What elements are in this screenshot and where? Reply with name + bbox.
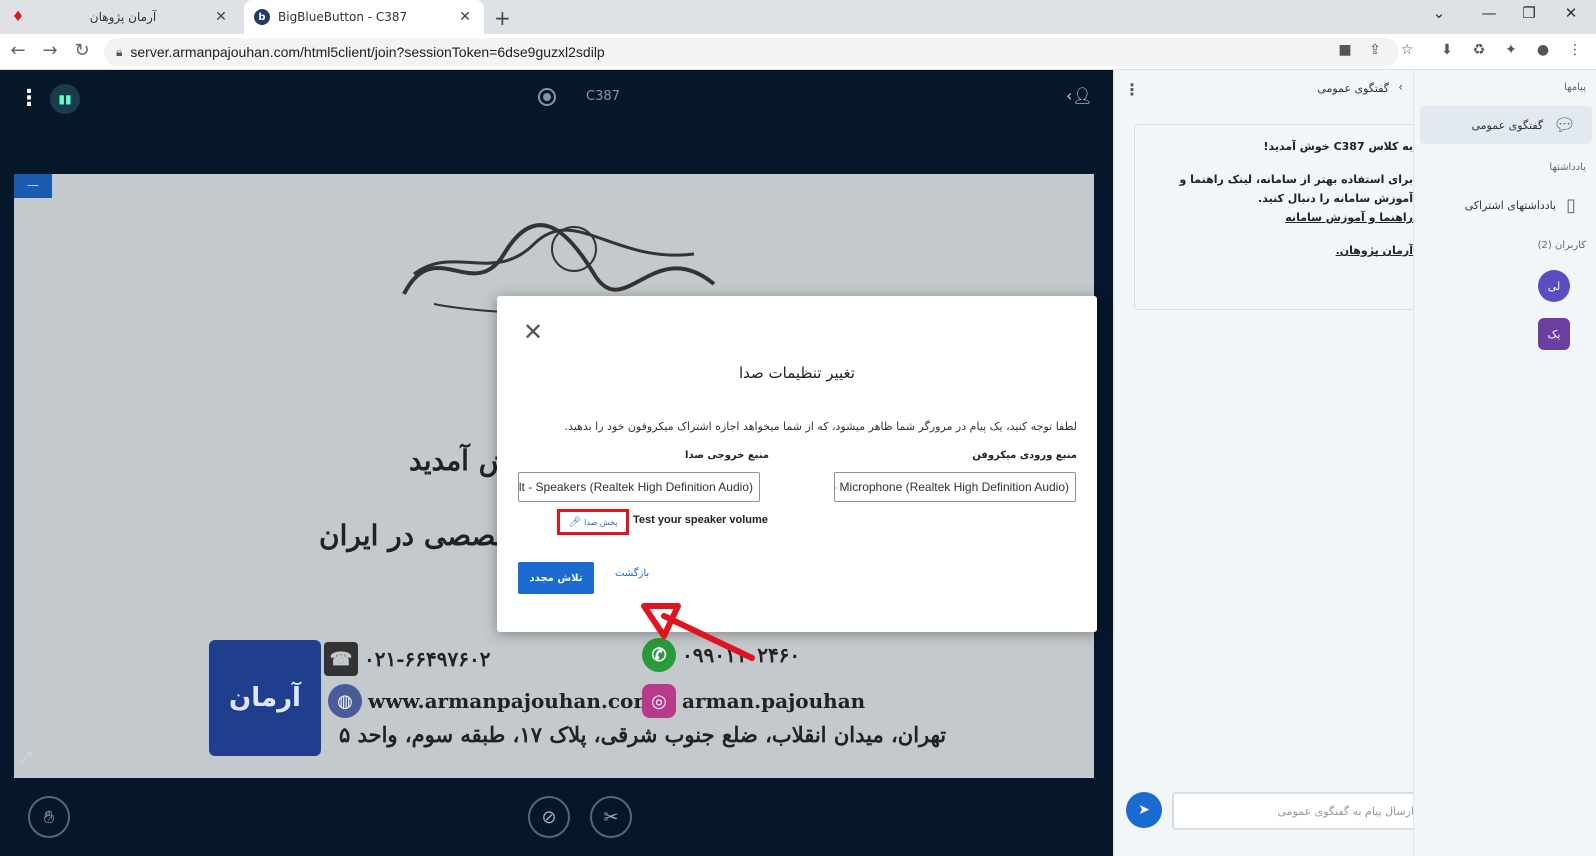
recording-icon[interactable] [538,88,556,106]
profile-icon[interactable]: ● [1532,42,1554,62]
notes-section-label: یادداشتها [1549,162,1586,173]
user-initials: لی [1547,279,1561,293]
avatar[interactable]: لی [1538,270,1570,302]
tab-title: BigBlueButton - C387 [278,10,408,24]
toggle-userlist-icon[interactable]: ‹👤︎ [1066,86,1093,105]
chat-info-line: برای استفاده بهتر از سامانه، لینک راهنما… [1179,173,1413,205]
globe-icon: ◍ [328,684,362,718]
url-field[interactable]: 🔒︎ server.armanpajouhan.com/html5client/… [104,38,1399,66]
speaker-source-value: Default - Speakers (Realtek High Definit… [518,480,753,494]
sidebar-item-label: یادداشتهای اشتراکی [1464,198,1557,212]
tab-search-icon[interactable]: ⌄ [1424,4,1454,22]
logo-text: آرمان [229,683,301,713]
slide-instagram: arman.pajouhan [682,689,866,713]
slide-specialized-text: خصصی در ایران [319,519,514,552]
action-bar: ✋︎ ⊘ ✂ [0,788,1113,856]
options-menu-icon[interactable]: ⋮ [18,86,40,111]
fullscreen-icon[interactable]: ⤢ [14,746,38,770]
share-icon[interactable]: ⇪ [1364,42,1386,62]
users-section-label: کاربران (2) [1537,240,1586,251]
mic-source-value: Default - Microphone (Realtek High Defin… [835,480,1069,494]
telephone-icon: ☎ [324,642,358,676]
new-tab-button[interactable]: + [494,6,511,30]
instagram-icon: ◎ [642,684,676,718]
forward-arrow-icon[interactable]: → [38,40,62,61]
tab-bigbluebutton[interactable]: b BigBlueButton - C387 ✕ [244,0,484,34]
close-icon[interactable]: ✕ [523,318,543,346]
browser-tab-bar: ♦ آرمان پژوهان ✕ b BigBlueButton - C387 … [0,0,1596,34]
top-navbar: ⋮ ▮▮ C387 ‹👤︎ [0,70,1113,126]
room-title: C387 [586,89,620,104]
back-arrow-icon[interactable]: ← [6,40,30,61]
mic-source-select[interactable]: Default - Microphone (Realtek High Defin… [834,472,1076,502]
bbb-app: ⋮ ▮▮ C387 ‹👤︎ ش آمدید خصصی در ایران آرما… [0,70,1596,856]
author-link[interactable]: آرمان پژوهان. [1147,241,1413,260]
arman-logo: آرمان [209,640,321,756]
document-icon: ▯ [1566,194,1576,216]
lock-icon: 🔒︎ [116,44,123,59]
audio-off-icon[interactable]: ✂ [590,796,632,838]
bbb-icon: b [254,9,270,25]
public-chat-panel: ⋮ گفتگوی عمومی ‹ به کلاس C387 خوش آمدید!… [1113,70,1426,856]
user-initials: یک [1547,327,1561,341]
camera-icon[interactable]: ■ [1334,42,1356,62]
retry-button[interactable]: تلاش مجدد [518,562,594,594]
chat-welcome-line: به کلاس C387 خوش آمدید! [1263,140,1413,153]
address-bar: ← → ↻ 🔒︎ server.armanpajouhan.com/html5c… [0,34,1596,70]
modal-title: تغییر تنظیمات صدا [739,364,855,382]
sidebar-item-public-chat[interactable]: 💬︎ گفتگوی عمومی [1420,106,1592,144]
extensions-puzzle-icon[interactable]: ✦ [1500,42,1522,62]
messages-section-label: پیامها [1564,82,1586,93]
slide-address: تهران، میدان انقلاب، ضلع جنوب شرقی، پلاک… [339,722,947,747]
chat-title[interactable]: گفتگوی عمومی [1317,82,1389,95]
tab-close-icon[interactable]: ✕ [212,9,230,25]
restore-button[interactable]: ❐ [1514,4,1544,22]
slide-phone-row: ☎ ۰۲۱-۶۶۴۹۷۶۰۲ [324,642,490,676]
slide-website: www.armanpajouhan.com [368,689,655,713]
slide-phone: ۰۲۱-۶۶۴۹۷۶۰۲ [364,647,491,671]
speaker-source-select[interactable]: Default - Speakers (Realtek High Definit… [518,472,760,502]
user-list-panel: پیامها 💬︎ گفتگوی عمومی یادداشتها ▯ یاددا… [1413,70,1596,856]
recycle-extension-icon[interactable]: ♻ [1468,42,1490,62]
bookmark-star-icon[interactable]: ☆ [1396,42,1418,62]
chat-message-input[interactable]: ارسال پیام به گفتگوی عمومی [1172,792,1426,830]
tab-title: آرمان پژوهان [89,10,157,24]
tab-close-icon[interactable]: ✕ [456,9,474,25]
browser-menu-icon[interactable]: ⋮ [1564,42,1586,62]
url-text: server.armanpajouhan.com/html5client/joi… [130,44,605,60]
annotation-arrow-icon [641,603,755,661]
mic-source-label: منبع ورودی میکروفن [972,450,1077,461]
audio-settings-modal: ✕ تغییر تنظیمات صدا لطفا توجه کنید، یک پ… [497,296,1097,632]
slide-website-row: ◍ www.armanpajouhan.com [328,684,655,718]
download-extension-icon[interactable]: ⬇ [1436,42,1458,62]
minimize-button[interactable]: — [1474,4,1504,22]
chevron-left-icon[interactable]: ‹ [1398,80,1403,94]
reload-icon[interactable]: ↻ [70,40,94,61]
tab-arman-pajouhan[interactable]: ♦ آرمان پژوهان ✕ [0,0,240,34]
slide-instagram-row: ◎ arman.pajouhan [642,684,865,718]
ruby-icon: ♦ [11,9,25,25]
play-sound-label: پخش صدا [584,517,618,527]
minimize-presentation-button[interactable]: — [14,174,52,198]
raise-hand-icon[interactable]: ✋︎ [28,796,70,838]
chat-welcome-message: به کلاس C387 خوش آمدید! برای استفاده بهت… [1134,124,1426,310]
chat-options-icon[interactable]: ⋮ [1124,80,1140,99]
avatar[interactable]: یک [1538,318,1570,350]
sidebar-item-shared-notes[interactable]: ▯ یادداشتهای اشتراکی [1420,186,1592,224]
send-icon[interactable]: ➤ [1126,792,1162,828]
guide-link[interactable]: راهنما و آموزش سامانه [1147,208,1413,227]
speaker-source-label: منبع خروجی صدا [685,450,769,461]
back-button[interactable]: بازگشت [615,568,649,579]
chat-bubble-icon: 💬︎ [1553,114,1576,136]
modal-notice: لطفا توجه کنید، یک پیام در مرورگر شما ظا… [564,420,1077,433]
bar-chart-icon[interactable]: ▮▮ [50,84,80,114]
test-speaker-label: Test your speaker volume [633,514,768,526]
sidebar-item-label: گفتگوی عمومی [1471,118,1544,132]
close-window-button[interactable]: ✕ [1556,4,1586,22]
play-sound-button[interactable]: پخش صدا 🎤︎ [557,509,629,535]
microphone-icon: 🎤︎ [568,516,582,528]
camera-off-icon[interactable]: ⊘ [528,796,570,838]
